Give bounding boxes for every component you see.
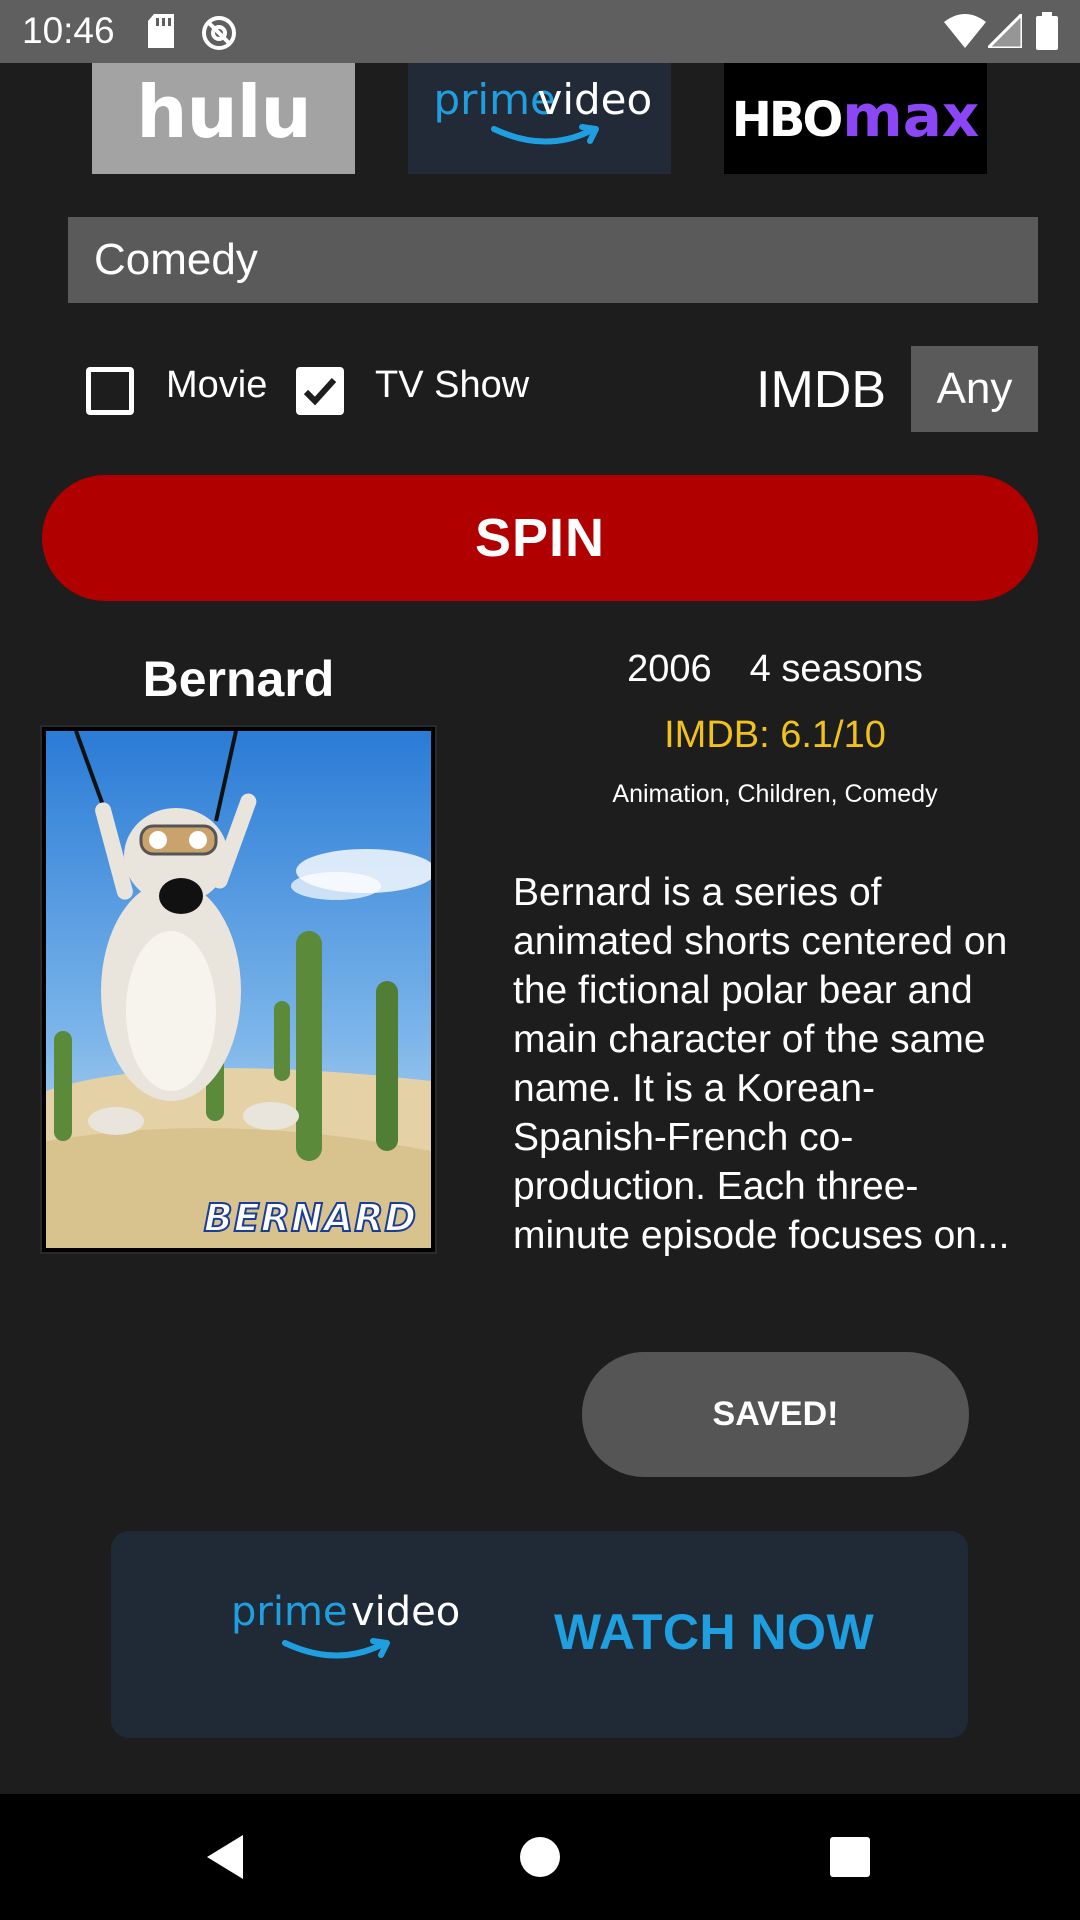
- result-year: 2006: [627, 648, 712, 690]
- signal-icon: [988, 14, 1022, 48]
- prime-video-logo-small: prime video: [231, 1589, 491, 1679]
- hulu-service-button[interactable]: hulu: [92, 63, 355, 174]
- imdb-rating-value: Any: [936, 364, 1013, 413]
- result-genres: Animation, Children, Comedy: [612, 780, 938, 808]
- hulu-logo: hulu: [136, 69, 311, 154]
- result-rating: IMDB: 6.1/10: [664, 714, 886, 756]
- poster-caption: BERNARD: [203, 1195, 417, 1241]
- movie-checkbox[interactable]: [86, 367, 134, 415]
- back-icon: [207, 1835, 243, 1879]
- prime-video-service-button[interactable]: prime video: [408, 63, 671, 174]
- tv-show-checkbox[interactable]: [296, 367, 344, 415]
- result-title: Bernard: [142, 651, 335, 707]
- back-button[interactable]: [165, 1794, 285, 1920]
- battery-icon: [1036, 12, 1058, 50]
- movie-label: Movie: [166, 364, 268, 406]
- prime-smile-icon: [282, 1638, 390, 1659]
- spin-button-label: SPIN: [474, 508, 606, 568]
- no-sync-icon: [202, 16, 236, 50]
- genre-value: Comedy: [94, 235, 258, 284]
- poster-artwork: [46, 731, 431, 1248]
- home-button[interactable]: [480, 1794, 600, 1920]
- result-meta: 2006 4 seasons: [560, 648, 990, 691]
- hbo-max-logo: HBO max: [731, 81, 980, 150]
- watch-now-button[interactable]: prime video WATCH NOW: [111, 1531, 968, 1738]
- result-description: Bernard is a series of animated shorts c…: [513, 871, 1010, 1257]
- status-bar: 10:46: [0, 0, 1080, 63]
- prime-video-logo: prime video: [430, 75, 652, 155]
- recents-button[interactable]: [790, 1794, 910, 1920]
- spin-button[interactable]: SPIN: [42, 475, 1038, 601]
- status-time: 10:46: [22, 10, 115, 51]
- checkmark-icon: [303, 377, 337, 406]
- watch-now-label: WATCH NOW: [554, 1604, 875, 1660]
- imdb-label: IMDB: [756, 361, 886, 419]
- prime-smile-icon: [490, 123, 599, 144]
- imdb-rating-dropdown[interactable]: Any: [911, 346, 1038, 432]
- genre-dropdown[interactable]: Comedy: [68, 217, 1038, 303]
- recents-icon: [830, 1837, 870, 1877]
- sd-card-icon: [148, 14, 174, 48]
- wifi-icon: [944, 14, 986, 48]
- saved-button[interactable]: SAVED!: [582, 1352, 969, 1477]
- tv-show-label: TV Show: [375, 364, 530, 406]
- home-icon: [520, 1837, 560, 1877]
- saved-button-label: SAVED!: [712, 1395, 839, 1433]
- poster-image: BERNARD: [40, 725, 437, 1254]
- hbo-max-service-button[interactable]: HBO max: [724, 63, 987, 174]
- result-seasons: 4 seasons: [749, 648, 923, 690]
- navigation-bar: [0, 1794, 1080, 1920]
